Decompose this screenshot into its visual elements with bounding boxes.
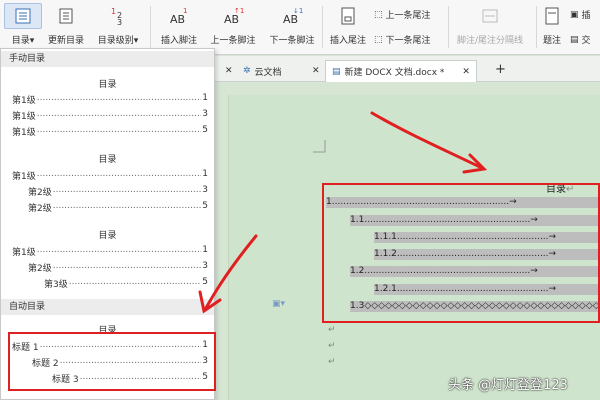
arrow-to-doc-toc	[370, 111, 484, 170]
watermark: 头条 @灯灯登登123	[448, 378, 568, 393]
annotation-arrows	[198, 111, 488, 314]
arrow-to-auto-toc	[203, 234, 258, 312]
